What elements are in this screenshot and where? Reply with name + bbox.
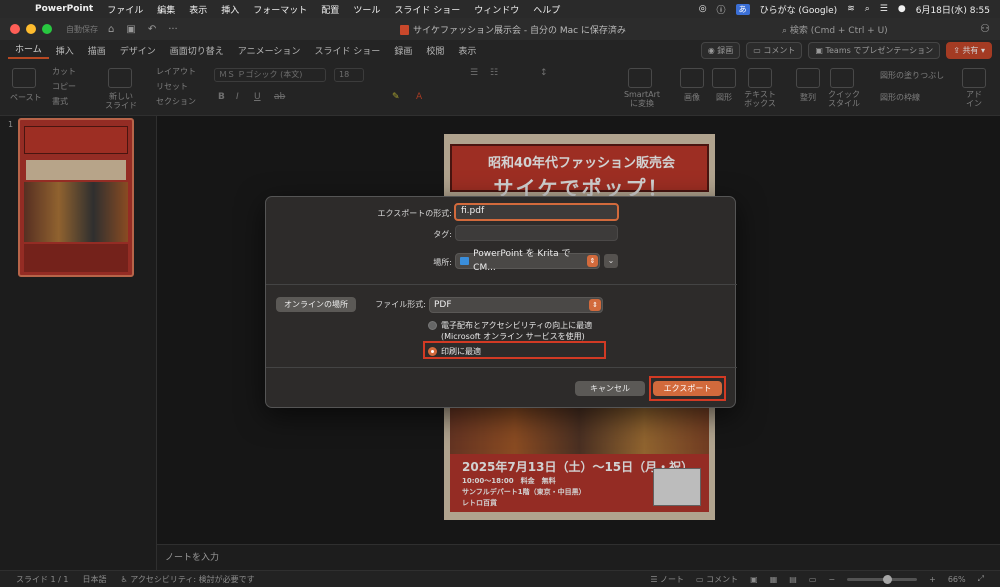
- where-stepper-icon: ⇕: [587, 255, 598, 267]
- option-electronic-distribution[interactable]: 電子配布とアクセシビリティの向上に最適 (Microsoft オンライン サービ…: [428, 320, 592, 342]
- where-value: PowerPoint を Krita でCM...: [473, 249, 571, 273]
- menu-edit[interactable]: 編集: [150, 3, 182, 16]
- radio-electronic-distribution[interactable]: [428, 321, 437, 330]
- ime-badge-icon[interactable]: あ: [735, 3, 750, 15]
- menu-file[interactable]: ファイル: [100, 3, 150, 16]
- where-label: 場所:: [433, 258, 452, 267]
- menu-insert[interactable]: 挿入: [214, 3, 246, 16]
- export-button-highlight: [649, 376, 726, 401]
- search-field[interactable]: ⌕ 検索 (Cmd + Ctrl + U): [782, 23, 888, 36]
- minimize-window-icon[interactable]: [26, 24, 36, 34]
- export-as-label: エクスポートの形式:: [377, 209, 452, 218]
- wifi-icon[interactable]: ≋: [847, 4, 855, 14]
- ime-label[interactable]: ひらがな (Google): [760, 3, 838, 16]
- online-locations-button[interactable]: オンラインの場所: [276, 297, 356, 312]
- menu-window[interactable]: ウィンドウ: [467, 3, 526, 16]
- tags-label: タグ:: [433, 230, 452, 239]
- document-title-text: サイケファッション展示会 - 自分の Mac に保存済み: [413, 26, 626, 36]
- home-icon[interactable]: ⌂: [108, 24, 114, 35]
- tags-input[interactable]: [455, 225, 618, 241]
- macos-menu-bar: PowerPoint ファイル 編集 表示 挿入 フォーマット 配置 ツール ス…: [0, 0, 1000, 18]
- file-format-select[interactable]: PDF ⇕: [429, 297, 603, 313]
- expand-browser-button[interactable]: ⌄: [604, 254, 618, 268]
- creative-cloud-icon[interactable]: ◎: [699, 4, 707, 14]
- print-option-highlight: [423, 341, 606, 359]
- save-icon[interactable]: ▣: [126, 24, 135, 35]
- menu-app-name[interactable]: PowerPoint: [28, 4, 100, 14]
- dialog-divider-bottom: [266, 367, 737, 368]
- chevron-down-icon: ⌄: [607, 256, 615, 265]
- cancel-button[interactable]: キャンセル: [575, 381, 645, 396]
- share-person-icon[interactable]: ⚇: [980, 22, 990, 35]
- more-icon[interactable]: ···: [168, 24, 178, 35]
- spotlight-icon[interactable]: ⌕: [865, 4, 870, 14]
- menu-tools[interactable]: ツール: [346, 3, 387, 16]
- file-format-stepper-icon: ⇕: [589, 299, 601, 311]
- menu-format[interactable]: フォーマット: [246, 3, 314, 16]
- option-electronic-text: 電子配布とアクセシビリティの向上に最適 (Microsoft オンライン サービ…: [441, 320, 592, 342]
- menu-view[interactable]: 表示: [182, 3, 214, 16]
- autosave-toggle[interactable]: 自動保存: [66, 24, 98, 35]
- document-title: サイケファッション展示会 - 自分の Mac に保存済み: [400, 23, 626, 36]
- export-dialog: エクスポートの形式: fi.pdf タグ: 場所: PowerPoint を K…: [265, 196, 737, 408]
- status-info-icon[interactable]: ⓘ: [717, 3, 726, 16]
- menu-slideshow[interactable]: スライド ショー: [387, 3, 467, 16]
- where-select[interactable]: PowerPoint を Krita でCM... ⇕: [455, 249, 600, 273]
- file-format-value: PDF: [434, 300, 452, 310]
- close-window-icon[interactable]: [10, 24, 20, 34]
- siri-icon[interactable]: ●: [898, 4, 906, 14]
- powerpoint-file-icon: [400, 24, 409, 35]
- control-center-icon[interactable]: ☰: [880, 4, 888, 14]
- folder-icon: [460, 257, 470, 265]
- menubar-clock[interactable]: 6月18日(水) 8:55: [916, 3, 990, 16]
- option-electronic-line1: 電子配布とアクセシビリティの向上に最適: [441, 321, 593, 330]
- export-as-input[interactable]: fi.pdf: [454, 203, 619, 221]
- search-placeholder: 検索 (Cmd + Ctrl + U): [789, 26, 888, 36]
- menu-help[interactable]: ヘルプ: [526, 3, 567, 16]
- option-electronic-line2: (Microsoft オンライン サービスを使用): [441, 332, 585, 341]
- undo-icon[interactable]: ↶: [148, 24, 156, 35]
- window-title-bar: 自動保存 ⌂ ▣ ↶ ··· サイケファッション展示会 - 自分の Mac に保…: [0, 18, 1000, 40]
- zoom-window-icon[interactable]: [42, 24, 52, 34]
- menu-arrange[interactable]: 配置: [314, 3, 346, 16]
- file-format-label: ファイル形式:: [375, 300, 426, 309]
- window-controls: [0, 24, 52, 34]
- dialog-divider-top: [266, 284, 737, 285]
